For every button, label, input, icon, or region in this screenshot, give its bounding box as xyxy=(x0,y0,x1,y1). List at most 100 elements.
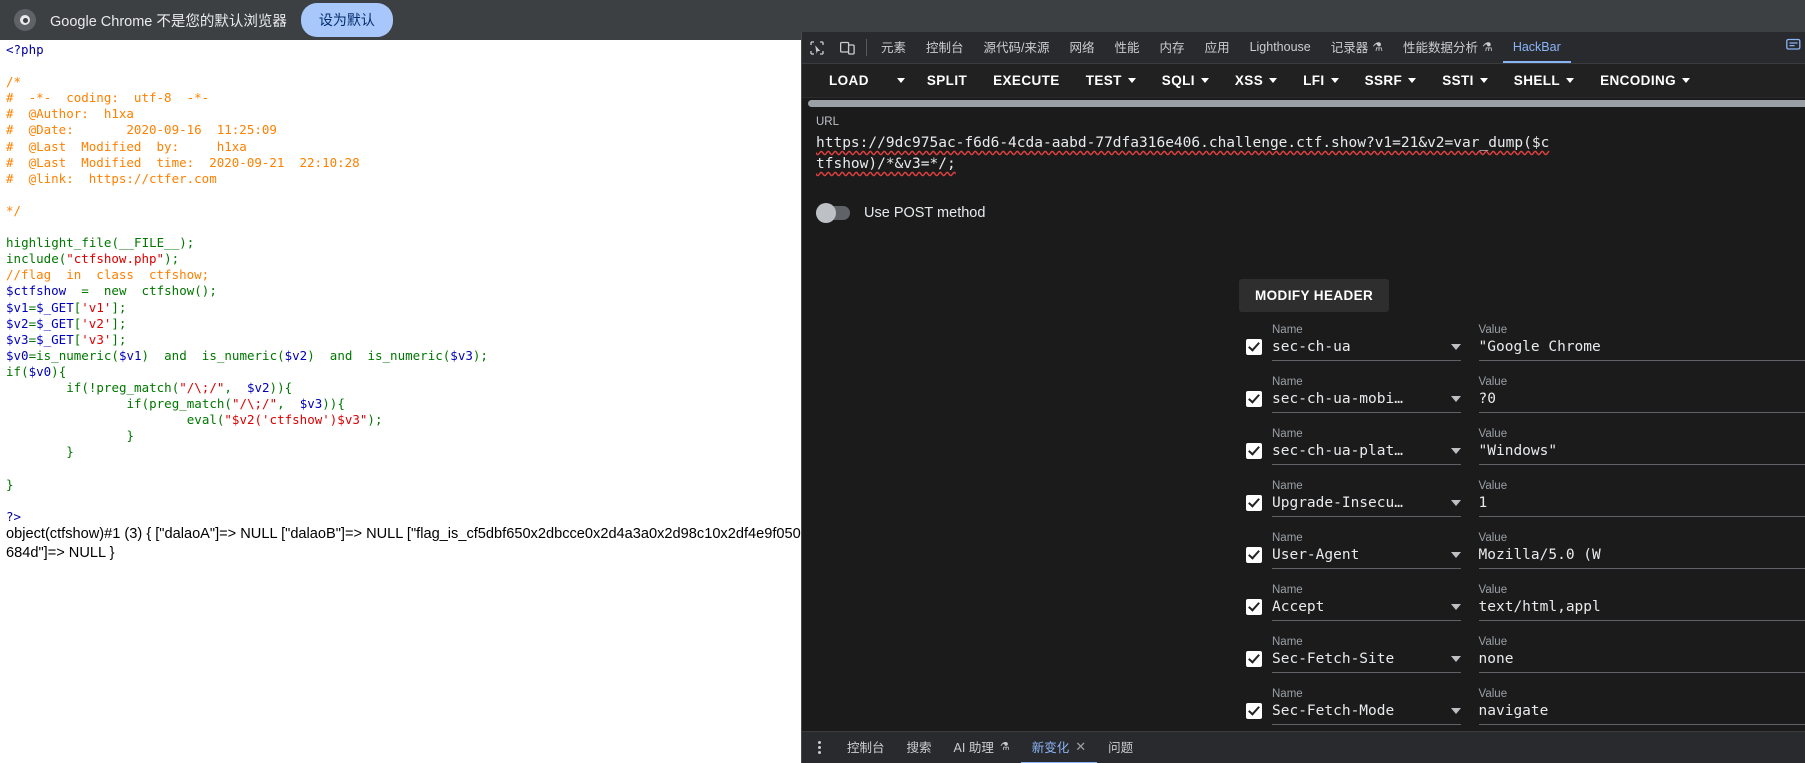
header-enabled-checkbox[interactable] xyxy=(1246,547,1262,563)
header-value-input[interactable]: 1 xyxy=(1478,495,1805,517)
var-dump-output: object(ctfshow)#1 (3) { ["dalaoA"]=> NUL… xyxy=(6,525,801,561)
header-value-input[interactable]: "Google Chrome xyxy=(1478,339,1805,361)
hackbar-button-lfi[interactable]: LFI xyxy=(1290,64,1351,97)
header-name-field: Name Sec-Fetch-Mode xyxy=(1272,688,1461,725)
hackbar-button-label: SQLI xyxy=(1161,73,1195,88)
hackbar-button-execute[interactable]: EXECUTE xyxy=(980,64,1073,97)
header-value-caption: Value xyxy=(1478,688,1508,700)
use-post-toggle[interactable] xyxy=(816,203,850,223)
devtools-tabbar: 元素 控制台 源代码/来源 网络 性能 内存 应用 Lighthouse 记录器 ⚗ 性能数据分析 ⚗… xyxy=(802,32,1805,64)
url-input[interactable]: https://9dc975ac-f6d6-4cda-aabd-77dfa316… xyxy=(816,133,1556,175)
header-value-input[interactable]: ?0 xyxy=(1478,391,1805,413)
header-value-input[interactable]: Mozilla/5.0 (W xyxy=(1478,547,1805,569)
header-value-input[interactable]: "Windows" xyxy=(1478,443,1805,465)
devtools-tab-label: 性能数据分析 xyxy=(1403,41,1479,55)
chevron-down-icon xyxy=(896,78,905,83)
devtools-tab-2[interactable]: 控制台 xyxy=(916,32,974,63)
header-row: Name Accept Value text/html,appl xyxy=(1246,569,1805,621)
devtools-tab-9[interactable]: 记录器 ⚗ xyxy=(1321,32,1393,63)
header-enabled-checkbox[interactable] xyxy=(1246,651,1262,667)
devtools-tab-1[interactable]: 元素 xyxy=(871,32,916,63)
header-value-input[interactable]: none xyxy=(1478,651,1805,673)
chevron-down-icon xyxy=(1330,78,1339,83)
header-value-field: Value navigate xyxy=(1478,688,1805,725)
header-name-input[interactable]: Sec-Fetch-Site xyxy=(1272,651,1461,673)
close-icon[interactable]: ✕ xyxy=(1075,739,1086,755)
header-name-field: Name Sec-Fetch-Site xyxy=(1272,636,1461,673)
header-name-input[interactable]: Accept xyxy=(1272,599,1461,621)
inspect-element-icon[interactable] xyxy=(802,32,832,63)
php-close-tag: ?> xyxy=(6,508,22,524)
header-name-input[interactable]: Sec-Fetch-Mode xyxy=(1272,703,1461,725)
hackbar-button-xss[interactable]: XSS xyxy=(1222,64,1290,97)
drawer-tab-4[interactable]: 新变化 ✕ xyxy=(1020,732,1098,763)
header-name-field: Name Upgrade-Insecu… xyxy=(1272,480,1461,517)
devtools-tab-4[interactable]: 网络 xyxy=(1060,32,1105,63)
chevron-down-icon xyxy=(1269,78,1278,83)
header-name-field: Name sec-ch-ua-mobi… xyxy=(1272,376,1461,413)
hackbar-button-ssrf[interactable]: SSRF xyxy=(1352,64,1430,97)
devtools-tab-5[interactable]: 性能 xyxy=(1105,32,1150,63)
devtools-tab-10[interactable]: 性能数据分析 ⚗ xyxy=(1393,32,1503,63)
header-name-input[interactable]: sec-ch-ua-plat… xyxy=(1272,443,1461,465)
screen-root: Google Chrome 不是您的默认浏览器 设为默认 <?php /* # … xyxy=(0,0,1805,763)
drawer-tab-label: 新变化 xyxy=(1031,741,1070,755)
header-enabled-checkbox[interactable] xyxy=(1246,495,1262,511)
header-value-field: Value "Google Chrome xyxy=(1478,324,1805,361)
header-enabled-checkbox[interactable] xyxy=(1246,703,1262,719)
hackbar-button-load[interactable]: LOAD xyxy=(816,64,882,97)
drawer-tab-2[interactable]: 搜索 xyxy=(896,732,943,763)
header-value-input[interactable]: navigate xyxy=(1478,703,1805,725)
devtools-tab-3[interactable]: 源代码/来源 xyxy=(974,32,1060,63)
header-row: Name User-Agent Value Mozilla/5.0 (W xyxy=(1246,517,1805,569)
more-options-icon[interactable] xyxy=(808,741,830,754)
hackbar-button-load-dropdown[interactable] xyxy=(882,64,914,97)
drawer-tab-list: 控制台 搜索 AI 助理 ⚗ 新变化 ✕ 问题 xyxy=(836,732,1144,763)
devtools-panel: 元素 控制台 源代码/来源 网络 性能 内存 应用 Lighthouse 记录器 ⚗ 性能数据分析 ⚗… xyxy=(801,32,1805,763)
header-name-value: sec-ch-ua-mobi… xyxy=(1272,391,1403,407)
header-enabled-checkbox[interactable] xyxy=(1246,339,1262,355)
drawer-tab-5[interactable]: 问题 xyxy=(1097,732,1144,763)
devtools-tab-7[interactable]: 应用 xyxy=(1195,32,1240,63)
drawer-tab-1[interactable]: 控制台 xyxy=(836,732,896,763)
header-name-value: Upgrade-Insecu… xyxy=(1272,495,1403,511)
header-enabled-checkbox[interactable] xyxy=(1246,443,1262,459)
hackbar-button-sqli[interactable]: SQLI xyxy=(1149,64,1222,97)
header-name-caption: Name xyxy=(1272,376,1303,388)
header-name-value: sec-ch-ua xyxy=(1272,339,1351,355)
modify-header-button[interactable]: MODIFY HEADER xyxy=(1239,279,1390,312)
header-row: Name sec-ch-ua-plat… Value "Windows" xyxy=(1246,413,1805,465)
devtools-tab-6[interactable]: 内存 xyxy=(1150,32,1195,63)
devtools-tab-8[interactable]: Lighthouse xyxy=(1240,32,1321,63)
drawer-tab-label: AI 助理 xyxy=(953,741,994,755)
set-default-button[interactable]: 设为默认 xyxy=(300,3,393,37)
devtools-tab-label: 性能 xyxy=(1114,41,1140,55)
header-value-input[interactable]: text/html,appl xyxy=(1478,599,1805,621)
horizontal-scrollbar[interactable] xyxy=(808,100,1805,107)
header-name-caption: Name xyxy=(1272,636,1303,648)
hackbar-button-encoding[interactable]: ENCODING xyxy=(1587,64,1703,97)
header-name-input[interactable]: sec-ch-ua xyxy=(1272,339,1461,361)
header-name-input[interactable]: sec-ch-ua-mobi… xyxy=(1272,391,1461,413)
header-name-input[interactable]: Upgrade-Insecu… xyxy=(1272,495,1461,517)
header-enabled-checkbox[interactable] xyxy=(1246,599,1262,615)
feedback-icon[interactable] xyxy=(1786,38,1801,57)
header-row: Name sec-ch-ua Value "Google Chrome xyxy=(1246,309,1805,361)
header-row: Name Upgrade-Insecu… Value 1 xyxy=(1246,465,1805,517)
devtools-tab-11[interactable]: HackBar xyxy=(1502,32,1571,63)
chevron-down-icon xyxy=(1127,78,1136,83)
header-value-field: Value "Windows" xyxy=(1478,428,1805,465)
use-post-label: Use POST method xyxy=(864,205,986,221)
device-toolbar-icon[interactable] xyxy=(832,32,862,63)
drawer-tab-3[interactable]: AI 助理 ⚗ xyxy=(943,732,1021,763)
header-value-value: text/html,appl xyxy=(1478,599,1601,615)
header-row: Name Sec-Fetch-Site Value none xyxy=(1246,621,1805,673)
hackbar-button-split[interactable]: SPLIT xyxy=(914,64,980,97)
chevron-down-icon xyxy=(1450,396,1461,402)
hackbar-button-test[interactable]: TEST xyxy=(1073,64,1149,97)
hackbar-button-ssti[interactable]: SSTI xyxy=(1429,64,1501,97)
header-name-input[interactable]: User-Agent xyxy=(1272,547,1461,569)
header-enabled-checkbox[interactable] xyxy=(1246,391,1262,407)
chrome-logo-icon xyxy=(14,9,36,31)
hackbar-button-shell[interactable]: SHELL xyxy=(1501,64,1587,97)
